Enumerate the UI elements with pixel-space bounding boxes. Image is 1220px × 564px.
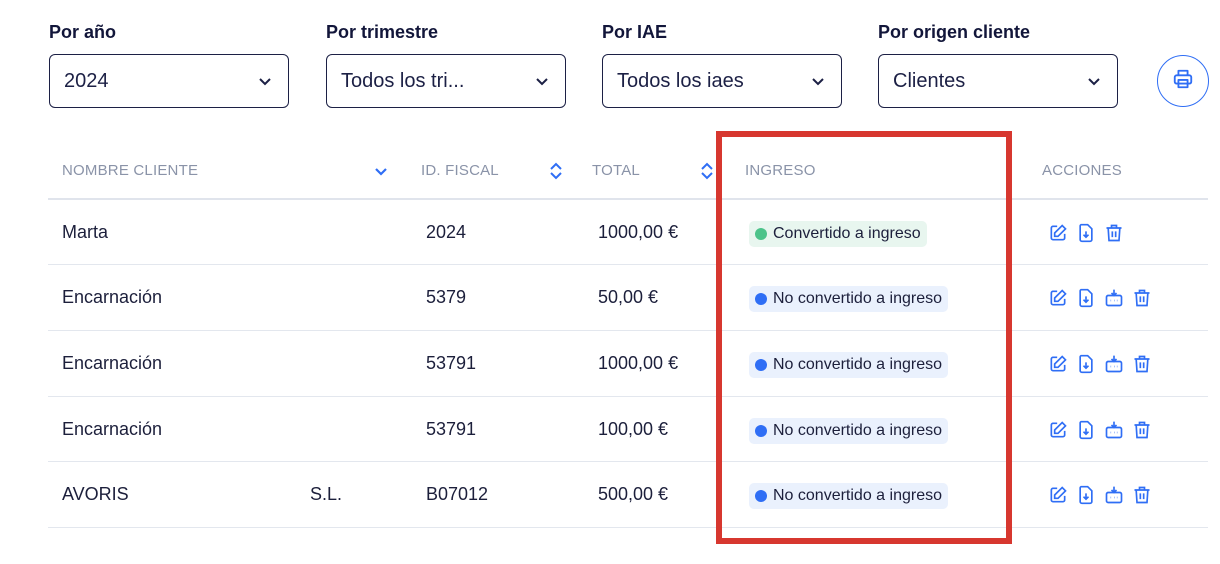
status-dot: [755, 425, 767, 437]
status-badge: Convertido a ingreso: [749, 221, 927, 247]
total-amount: 1000,00 €: [598, 353, 679, 373]
status-badge: No convertido a ingreso: [749, 418, 948, 444]
chevron-down-icon: [256, 72, 274, 90]
sort-icon[interactable]: [698, 160, 716, 182]
chevron-down-icon: [1085, 72, 1103, 90]
filter-client-origin-label: Por origen cliente: [878, 22, 1031, 42]
edit-icon[interactable]: [1047, 419, 1069, 441]
row-actions: [1047, 419, 1153, 441]
fiscal-id: 53791: [426, 419, 477, 439]
row-actions: [1047, 287, 1153, 309]
sort-icon[interactable]: [547, 160, 565, 182]
fiscal-id: B07012: [426, 484, 489, 504]
delete-icon[interactable]: [1131, 419, 1153, 441]
client-name: AVORIS: [62, 484, 129, 504]
year-select-value: 2024: [64, 69, 109, 92]
row-actions: [1047, 353, 1153, 375]
row-divider: [48, 330, 1208, 331]
delete-icon[interactable]: [1131, 287, 1153, 309]
chevron-down-icon: [809, 72, 827, 90]
convert-icon[interactable]: [1103, 287, 1125, 309]
status-badge: No convertido a ingreso: [749, 483, 948, 509]
status-dot: [755, 293, 767, 305]
download-icon[interactable]: [1075, 419, 1097, 441]
client-name: Encarnación: [62, 419, 163, 439]
year-select[interactable]: 2024: [49, 54, 289, 108]
client-origin-select[interactable]: Clientes: [878, 54, 1118, 108]
delete-icon[interactable]: [1131, 484, 1153, 506]
filter-iae-label: Por IAE: [602, 22, 668, 42]
delete-icon[interactable]: [1103, 222, 1125, 244]
download-icon[interactable]: [1075, 287, 1097, 309]
convert-icon[interactable]: [1103, 419, 1125, 441]
row-divider: [48, 527, 1208, 528]
fiscal-id: 53791: [426, 353, 477, 373]
delete-icon[interactable]: [1131, 353, 1153, 375]
row-divider: [48, 461, 1208, 462]
convert-icon[interactable]: [1103, 484, 1125, 506]
iae-select-value: Todos los iaes: [617, 69, 744, 92]
print-button[interactable]: [1157, 55, 1209, 107]
row-actions: [1047, 484, 1153, 506]
edit-icon[interactable]: [1047, 222, 1069, 244]
edit-icon[interactable]: [1047, 353, 1069, 375]
column-header-client-name[interactable]: NOMBRE CLIENTE: [62, 162, 198, 179]
total-amount: 50,00 €: [598, 287, 659, 307]
row-actions: [1047, 222, 1125, 244]
status-badge: No convertido a ingreso: [749, 286, 948, 312]
client-name: Encarnación: [62, 287, 163, 307]
edit-icon[interactable]: [1047, 287, 1069, 309]
client-origin-select-value: Clientes: [893, 69, 966, 92]
download-icon[interactable]: [1075, 484, 1097, 506]
chevron-down-icon[interactable]: [372, 160, 390, 182]
header-divider: [48, 198, 1208, 200]
filter-quarter-label: Por trimestre: [326, 22, 439, 42]
status-label: No convertido a ingreso: [773, 290, 942, 307]
row-divider: [48, 396, 1208, 397]
convert-icon[interactable]: [1103, 353, 1125, 375]
edit-icon[interactable]: [1047, 484, 1069, 506]
status-dot: [755, 359, 767, 371]
row-divider: [48, 264, 1208, 265]
client-name: Encarnación: [62, 353, 163, 373]
chevron-down-icon: [533, 72, 551, 90]
status-badge: No convertido a ingreso: [749, 352, 948, 378]
iae-select[interactable]: Todos los iaes: [602, 54, 842, 108]
status-label: Convertido a ingreso: [773, 225, 921, 242]
client-name-suffix: S.L.: [310, 484, 343, 504]
status-label: No convertido a ingreso: [773, 422, 942, 439]
quarter-select-value: Todos los tri...: [341, 69, 465, 92]
total-amount: 500,00 €: [598, 484, 669, 504]
column-header-actions: ACCIONES: [1042, 162, 1122, 179]
column-header-fiscal-id[interactable]: ID. FISCAL: [421, 162, 499, 179]
column-header-ingreso: INGRESO: [745, 162, 816, 179]
download-icon[interactable]: [1075, 222, 1097, 244]
client-name: Marta: [62, 222, 109, 242]
fiscal-id: 2024: [426, 222, 467, 242]
column-header-total[interactable]: TOTAL: [592, 162, 640, 179]
download-icon[interactable]: [1075, 353, 1097, 375]
status-label: No convertido a ingreso: [773, 356, 942, 373]
status-label: No convertido a ingreso: [773, 487, 942, 504]
fiscal-id: 5379: [426, 287, 467, 307]
status-dot: [755, 490, 767, 502]
filter-year-label: Por año: [49, 22, 117, 42]
printer-icon: [1172, 68, 1194, 95]
total-amount: 100,00 €: [598, 419, 669, 439]
total-amount: 1000,00 €: [598, 222, 679, 242]
quarter-select[interactable]: Todos los tri...: [326, 54, 566, 108]
status-dot: [755, 228, 767, 240]
